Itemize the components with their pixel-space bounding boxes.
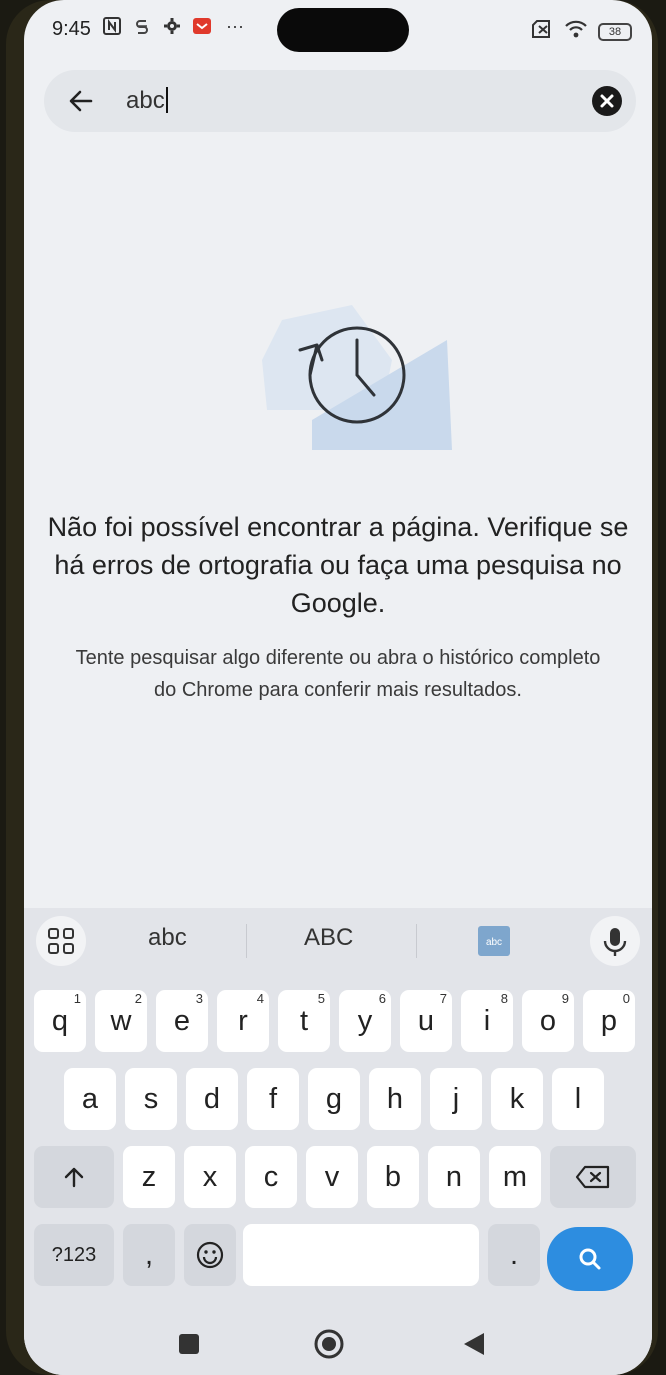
key-s[interactable]: s	[125, 1068, 177, 1130]
key-number: 1	[73, 991, 81, 1006]
more-dots-icon: ···	[226, 15, 244, 36]
search-icon	[579, 1248, 601, 1270]
backspace-icon	[575, 1165, 610, 1189]
key-number: 7	[439, 991, 447, 1006]
emoji-key[interactable]	[184, 1224, 236, 1286]
key-label: p	[600, 1004, 618, 1037]
key-label: i	[483, 1004, 491, 1037]
key-o[interactable]: o9	[522, 990, 574, 1052]
home-circle-icon[interactable]	[314, 1329, 344, 1364]
history-illustration	[242, 300, 452, 470]
phone-frame: 9:45 ··· 38 abc Não foi possível encontr…	[6, 0, 658, 1375]
key-v[interactable]: v	[306, 1146, 358, 1208]
camera-cutout	[277, 8, 409, 52]
key-r[interactable]: r4	[217, 990, 269, 1052]
key-label: q	[51, 1004, 69, 1037]
key-g[interactable]: g	[308, 1068, 360, 1130]
empty-state-title: Não foi possível encontrar a página. Ver…	[47, 512, 629, 618]
key-label: r	[238, 1004, 248, 1037]
key-number: 9	[561, 991, 569, 1006]
key-l[interactable]: l	[552, 1068, 604, 1130]
back-arrow-icon[interactable]	[64, 84, 98, 118]
key-number: 8	[500, 991, 508, 1006]
battery-indicator: 38	[598, 22, 632, 41]
symbols-key[interactable]: ?123	[34, 1224, 114, 1286]
key-label: e	[173, 1004, 191, 1037]
key-u[interactable]: u7	[400, 990, 452, 1052]
key-i[interactable]: i8	[461, 990, 513, 1052]
status-bar: 9:45 ··· 38	[24, 0, 652, 62]
key-number: 4	[256, 991, 264, 1006]
key-z[interactable]: z	[123, 1146, 175, 1208]
key-e[interactable]: e3	[156, 990, 208, 1052]
key-y[interactable]: y6	[339, 990, 391, 1052]
empty-state-subtitle: Tente pesquisar algo diferente ou abra o…	[75, 647, 601, 701]
key-a[interactable]: a	[64, 1068, 116, 1130]
nfc-icon	[102, 16, 122, 36]
search-bar: abc	[44, 70, 636, 132]
key-f[interactable]: f	[247, 1068, 299, 1130]
key-d[interactable]: d	[186, 1068, 238, 1130]
key-label: w	[110, 1004, 132, 1037]
key-label: o	[539, 1004, 557, 1037]
shift-key[interactable]	[34, 1146, 114, 1208]
shift-arrow-icon	[64, 1167, 84, 1188]
key-n[interactable]: n	[428, 1146, 480, 1208]
key-number: 3	[195, 991, 203, 1006]
key-q[interactable]: q1	[34, 990, 86, 1052]
s-app-icon	[132, 16, 152, 36]
suggestion-bar: abc ABC abc	[24, 908, 652, 974]
screen: 9:45 ··· 38 abc Não foi possível encontr…	[24, 0, 652, 1375]
clear-icon[interactable]	[592, 86, 622, 116]
svg-text:abc: abc	[486, 937, 502, 948]
suggestion-divider	[246, 924, 247, 958]
key-number: 6	[378, 991, 386, 1006]
keyboard: abc ABC abc q1 w2 e3 r4 t5 y6 u7 i8 o9 p…	[24, 908, 652, 1375]
key-b[interactable]: b	[367, 1146, 419, 1208]
status-right-icons: 38	[532, 20, 632, 43]
settings-gear-icon	[162, 16, 182, 36]
key-j[interactable]: j	[430, 1068, 482, 1130]
status-time: 9:45	[52, 18, 91, 40]
suggestion-divider	[416, 924, 417, 958]
key-label: y	[357, 1004, 373, 1037]
backspace-key[interactable]	[550, 1146, 636, 1208]
key-m[interactable]: m	[489, 1146, 541, 1208]
search-key[interactable]	[547, 1227, 633, 1291]
search-query-text: abc	[126, 87, 165, 114]
back-triangle-icon[interactable]	[462, 1331, 486, 1362]
key-t[interactable]: t5	[278, 990, 330, 1052]
emoji-smile-icon	[196, 1241, 224, 1269]
key-number: 2	[134, 991, 142, 1006]
key-h[interactable]: h	[369, 1068, 421, 1130]
key-number: 0	[622, 991, 630, 1006]
wifi-icon	[564, 20, 588, 43]
microphone-icon[interactable]	[590, 916, 640, 966]
suggestion-2[interactable]: ABC	[304, 924, 353, 952]
key-label: u	[417, 1004, 435, 1037]
no-sim-icon	[532, 20, 554, 43]
key-p[interactable]: p0	[583, 990, 635, 1052]
search-input[interactable]: abc	[126, 87, 168, 115]
text-style-icon[interactable]: abc	[478, 926, 510, 961]
period-key[interactable]: .	[488, 1224, 540, 1286]
navigation-bar	[24, 1313, 652, 1375]
status-left-icons: ···	[102, 16, 248, 36]
mail-notification-icon	[192, 16, 212, 36]
recent-apps-square-icon[interactable]	[178, 1333, 200, 1360]
text-caret	[165, 87, 168, 113]
suggestion-1[interactable]: abc	[148, 924, 187, 952]
keyboard-menu-grid-icon[interactable]	[36, 916, 86, 966]
key-label: t	[299, 1004, 309, 1037]
key-w[interactable]: w2	[95, 990, 147, 1052]
space-key[interactable]	[243, 1224, 479, 1286]
key-number: 5	[317, 991, 325, 1006]
key-k[interactable]: k	[491, 1068, 543, 1130]
key-c[interactable]: c	[245, 1146, 297, 1208]
comma-key[interactable]: ,	[123, 1224, 175, 1286]
key-x[interactable]: x	[184, 1146, 236, 1208]
